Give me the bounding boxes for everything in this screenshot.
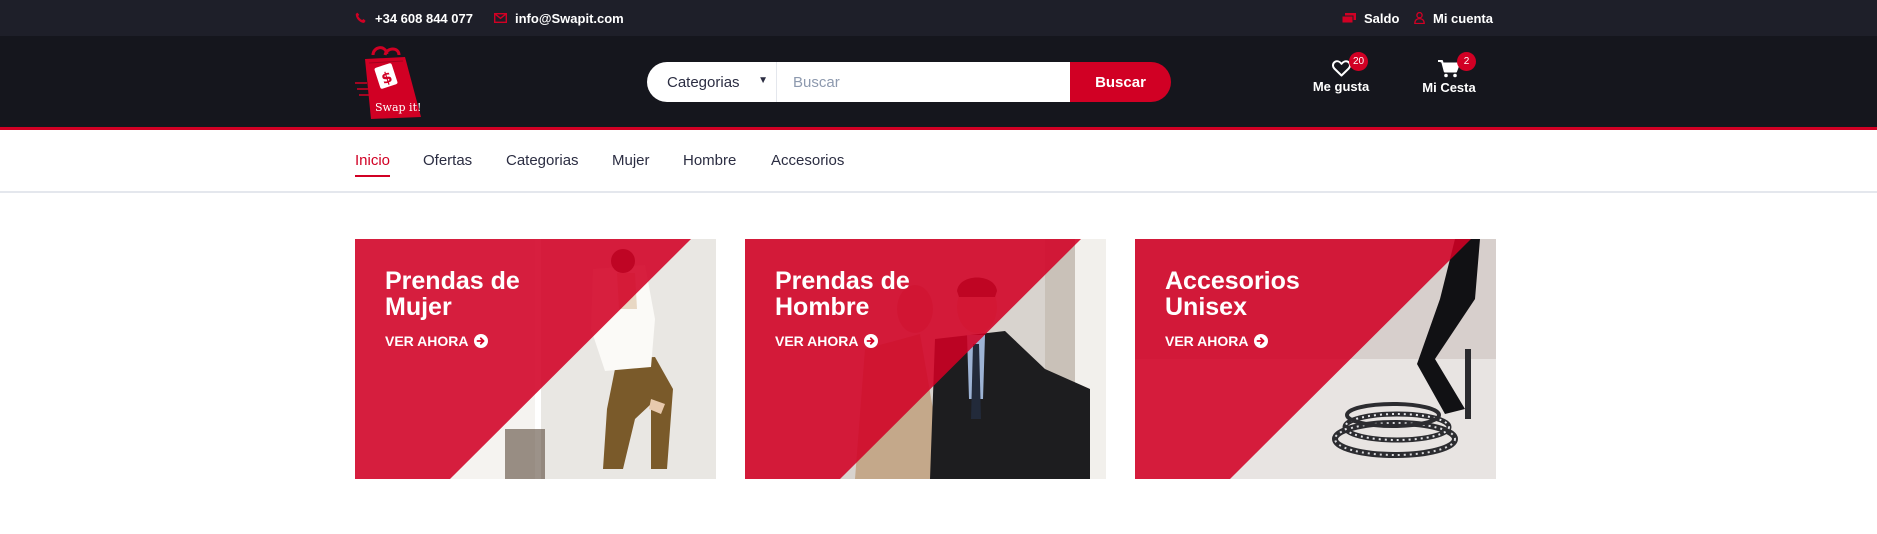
shop-now-label: VER AHORA [775, 333, 859, 349]
caret-down-icon: ▼ [758, 75, 768, 86]
cart-label: Mi Cesta [1422, 80, 1476, 95]
wishlist-count-badge: 20 [1349, 52, 1368, 71]
nav-item-mujer[interactable]: Mujer [612, 152, 650, 175]
phone-link[interactable]: +34 608 844 077 [355, 0, 473, 36]
category-select[interactable]: Categorias ▼ [647, 62, 777, 102]
shop-now-link[interactable]: VER AHORA [1165, 333, 1268, 349]
arrow-circle-right-icon [1253, 334, 1268, 348]
nav-item-hombre[interactable]: Hombre [683, 152, 736, 175]
phone-icon [355, 12, 366, 23]
search-bar: Categorias ▼ Buscar [647, 62, 1171, 102]
top-bar: +34 608 844 077 info@Swapit.com Saldo Mi… [0, 0, 1877, 36]
cart-count-badge: 2 [1457, 52, 1476, 71]
email-link[interactable]: info@Swapit.com [494, 0, 624, 36]
collection-card-men[interactable]: Prendas de Hombre VER AHORA [745, 239, 1106, 479]
account-label: Mi cuenta [1433, 10, 1493, 26]
collection-title: Accesorios Unisex [1165, 267, 1300, 321]
shop-now-label: VER AHORA [1165, 333, 1249, 349]
collection-card-women[interactable]: Prendas de Mujer VER AHORA [355, 239, 716, 479]
collection-title: Prendas de Mujer [385, 267, 520, 321]
category-select-value: Categorias [667, 73, 740, 91]
shop-now-link[interactable]: VER AHORA [385, 333, 488, 349]
balance-label: Saldo [1364, 10, 1400, 26]
nav-item-accesorios[interactable]: Accesorios [771, 152, 844, 175]
search-input[interactable] [777, 62, 1070, 102]
account-link[interactable]: Mi cuenta [1414, 0, 1493, 36]
cart-button[interactable]: Mi Cesta 2 [1414, 52, 1484, 104]
nav-item-ofertas[interactable]: Ofertas [423, 152, 472, 175]
arrow-circle-right-icon [863, 334, 878, 348]
collection-title: Prendas de Hombre [775, 267, 910, 321]
nav-item-inicio[interactable]: Inicio [355, 152, 391, 177]
shop-now-label: VER AHORA [385, 333, 469, 349]
envelope-icon [494, 13, 507, 23]
logo-text: Swap it! [375, 101, 422, 114]
balance-link[interactable]: Saldo [1342, 0, 1399, 36]
wishlist-label: Me gusta [1312, 79, 1370, 94]
email-address: info@Swapit.com [515, 10, 624, 26]
search-button[interactable]: Buscar [1070, 62, 1171, 102]
user-icon [1414, 12, 1425, 24]
collection-card-accessories[interactable]: Accesorios Unisex VER AHORA [1135, 239, 1496, 479]
heart-icon [1331, 60, 1351, 77]
nav-item-categorias[interactable]: Categorias [506, 152, 579, 175]
money-icon [1342, 12, 1356, 23]
main-navigation: Inicio Ofertas Categorias Mujer Hombre A… [0, 130, 1877, 193]
wishlist-button[interactable]: Me gusta 20 [1306, 52, 1376, 104]
phone-number: +34 608 844 077 [375, 10, 473, 26]
shop-now-link[interactable]: VER AHORA [775, 333, 878, 349]
arrow-circle-right-icon [473, 334, 488, 348]
